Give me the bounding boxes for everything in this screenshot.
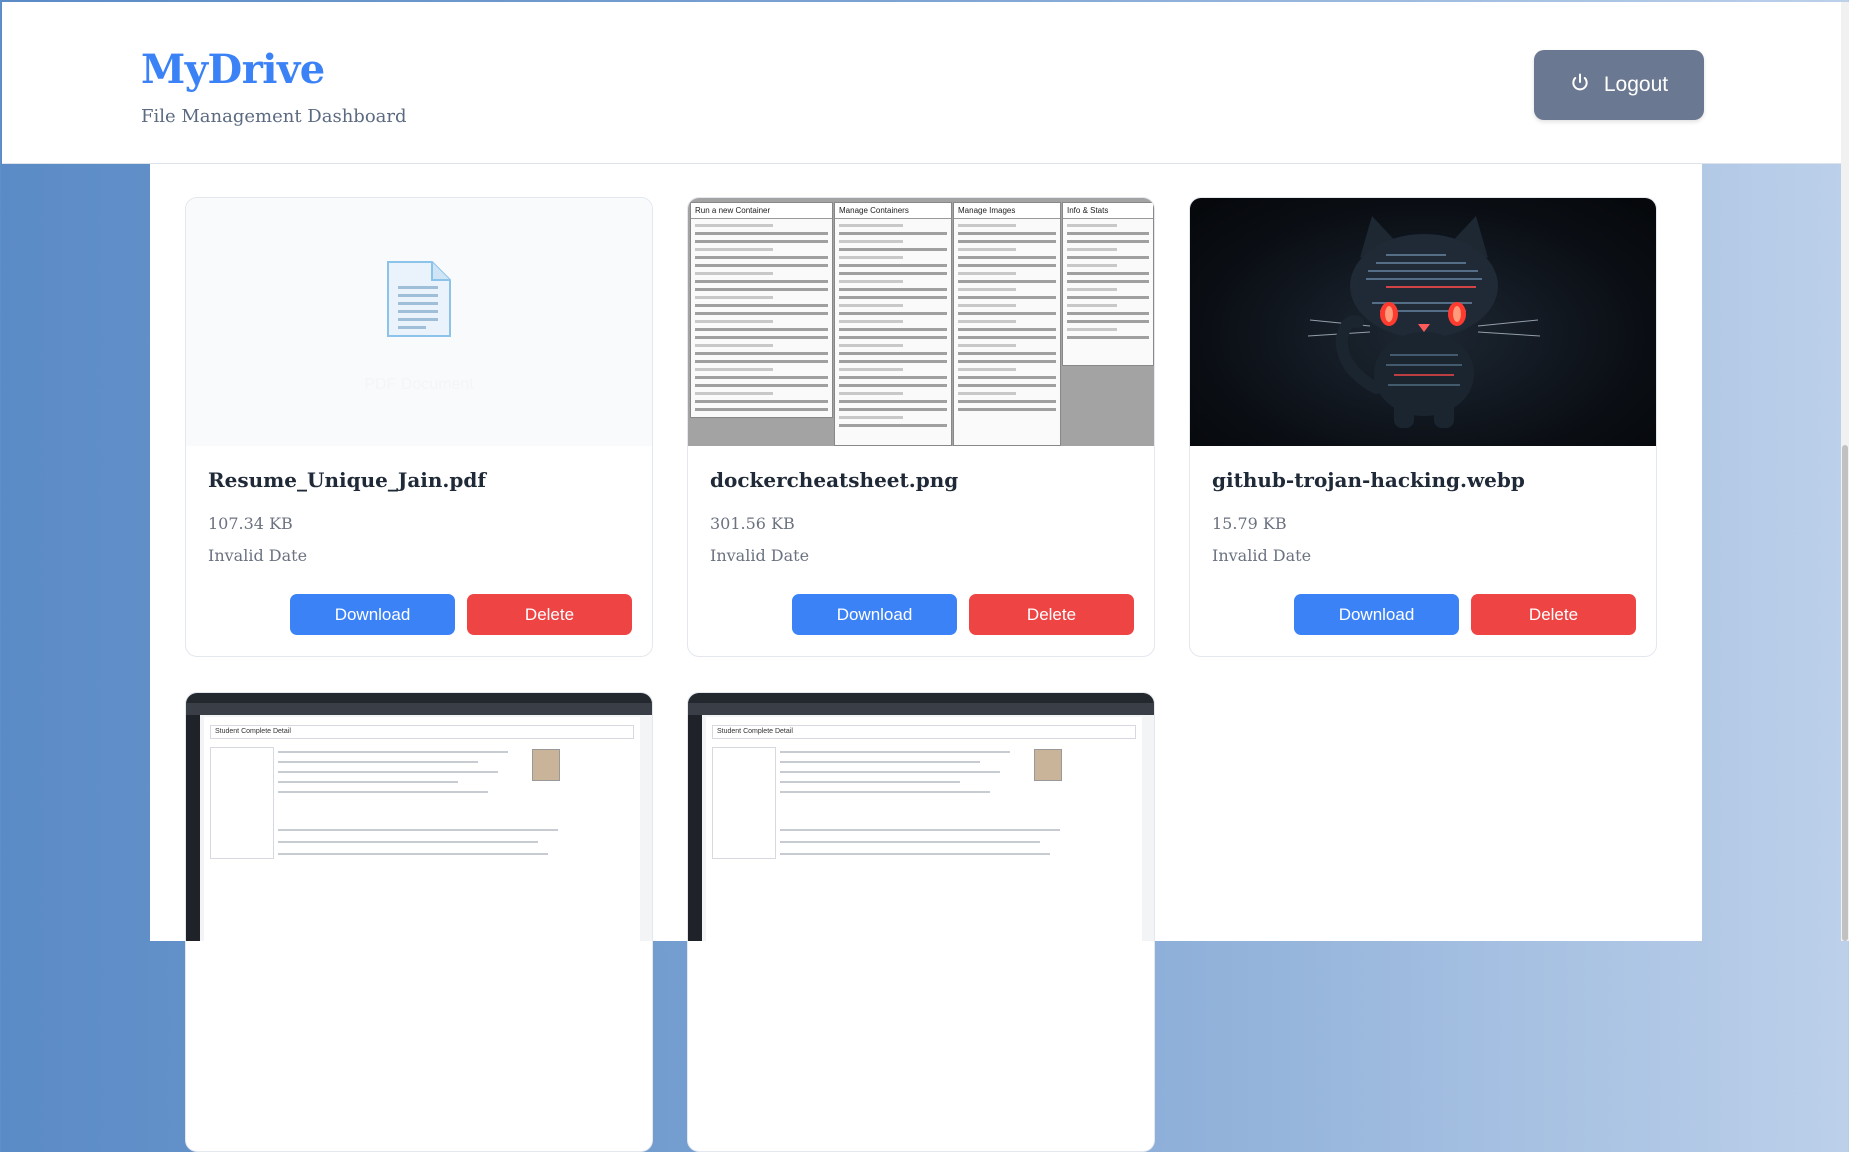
file-preview: Student Complete Detail xyxy=(186,693,652,941)
file-card: Run a new Container Manage Containers Ma… xyxy=(687,197,1155,657)
file-grid-panel: PDF Document Resume_Unique_Jain.pdf 107.… xyxy=(150,164,1702,1152)
file-name: dockercheatsheet.png xyxy=(710,468,959,492)
file-size: 107.34 KB xyxy=(208,514,293,533)
file-preview: PDF Document xyxy=(186,198,652,446)
preview-label: PDF Document xyxy=(364,376,474,393)
app-title: MyDrive xyxy=(141,46,325,93)
file-card: PDF Document Resume_Unique_Jain.pdf 107.… xyxy=(185,197,653,657)
file-date: Invalid Date xyxy=(1212,546,1312,565)
download-button[interactable]: Download xyxy=(792,594,957,635)
app-header: MyDrive File Management Dashboard Logout xyxy=(2,2,1841,164)
scrollbar-thumb[interactable] xyxy=(1842,445,1848,941)
document-icon xyxy=(387,261,451,337)
delete-button[interactable]: Delete xyxy=(467,594,632,635)
file-name: github-trojan-hacking.webp xyxy=(1212,468,1525,492)
app-subtitle: File Management Dashboard xyxy=(141,106,407,127)
file-preview xyxy=(1190,198,1656,446)
logout-button[interactable]: Logout xyxy=(1534,50,1704,120)
file-size: 301.56 KB xyxy=(710,514,795,533)
file-card: Student Complete Detail xyxy=(185,692,653,1152)
cheatsheet-image: Run a new Container Manage Containers Ma… xyxy=(688,198,1154,446)
file-date: Invalid Date xyxy=(208,546,308,565)
file-preview: Run a new Container Manage Containers Ma… xyxy=(688,198,1154,446)
file-preview: Student Complete Detail xyxy=(688,693,1154,941)
hacker-cat-image xyxy=(1190,198,1656,446)
delete-button[interactable]: Delete xyxy=(969,594,1134,635)
screenshot-image: Student Complete Detail xyxy=(688,693,1154,941)
screenshot-image: Student Complete Detail xyxy=(186,693,652,941)
power-icon xyxy=(1570,72,1590,98)
cheatsheet-column: Manage Containers xyxy=(834,202,952,446)
cheatsheet-column: Info & Stats xyxy=(1062,202,1154,366)
delete-button[interactable]: Delete xyxy=(1471,594,1636,635)
file-date: Invalid Date xyxy=(710,546,810,565)
download-button[interactable]: Download xyxy=(290,594,455,635)
download-button[interactable]: Download xyxy=(1294,594,1459,635)
file-card: Student Complete Detail xyxy=(687,692,1155,1152)
cheatsheet-column: Run a new Container xyxy=(690,202,833,418)
file-name: Resume_Unique_Jain.pdf xyxy=(208,468,486,492)
cheatsheet-column: Manage Images xyxy=(953,202,1061,446)
logout-label: Logout xyxy=(1603,73,1669,96)
file-size: 15.79 KB xyxy=(1212,514,1287,533)
file-card: github-trojan-hacking.webp 15.79 KB Inva… xyxy=(1189,197,1657,657)
